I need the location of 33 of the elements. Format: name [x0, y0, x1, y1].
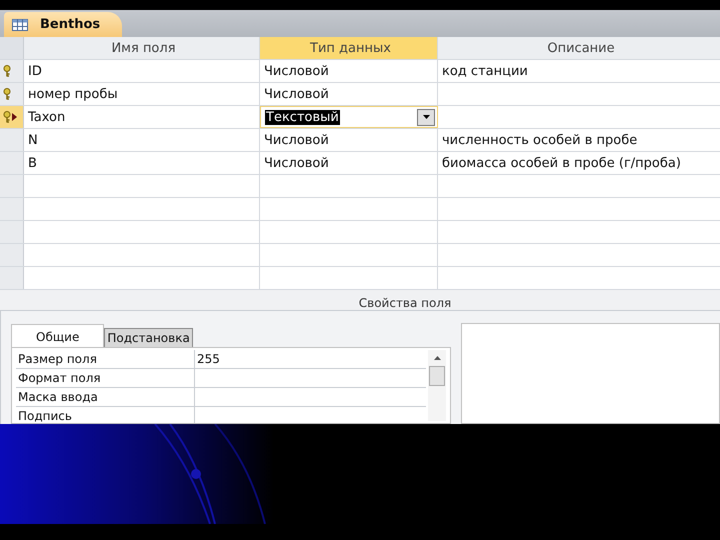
- data-type-cell[interactable]: Числовой: [260, 129, 438, 151]
- property-name: Размер поля: [16, 350, 195, 368]
- property-name: Маска ввода: [16, 388, 195, 406]
- data-type-cell[interactable]: Числовой: [260, 83, 438, 105]
- property-name: Формат поля: [16, 369, 195, 387]
- data-type-cell[interactable]: Числовой: [260, 152, 438, 174]
- column-header[interactable]: Описание: [438, 37, 720, 59]
- table-icon: [12, 18, 28, 30]
- field-name-cell[interactable]: B: [24, 152, 260, 174]
- tab[interactable]: Подстановка: [104, 328, 193, 347]
- current-row-icon: [12, 113, 17, 121]
- row-selector[interactable]: [0, 83, 24, 105]
- description-cell[interactable]: численность особей в пробе: [438, 129, 720, 151]
- data-type-cell[interactable]: Числовой: [260, 60, 438, 82]
- property-value-field[interactable]: 255: [195, 350, 426, 368]
- caret-icon: [422, 115, 430, 119]
- description-cell[interactable]: биомасса особей в пробе (г/проба): [438, 152, 720, 174]
- scroll-up-icon: [434, 356, 441, 360]
- tab[interactable]: Общие: [11, 324, 104, 347]
- column-header[interactable]: Тип данных: [260, 37, 438, 59]
- description-cell[interactable]: код станции: [438, 60, 720, 82]
- field-name-cell[interactable]: ID: [24, 60, 260, 82]
- field-name-cell[interactable]: N: [24, 129, 260, 151]
- field-name-cell[interactable]: номер пробы: [24, 83, 260, 105]
- scroll-thumb[interactable]: [429, 366, 446, 386]
- dropdown-button[interactable]: [417, 108, 435, 126]
- data-type-dropdown[interactable]: Текстовый: [260, 106, 438, 128]
- row-selector[interactable]: [0, 60, 24, 82]
- document-tab[interactable]: Benthos: [4, 12, 122, 37]
- row-selector[interactable]: [0, 106, 24, 128]
- section-title: Свойства поля: [358, 296, 452, 310]
- scrollbar[interactable]: [428, 350, 446, 421]
- field-name-cell[interactable]: Taxon: [24, 106, 260, 128]
